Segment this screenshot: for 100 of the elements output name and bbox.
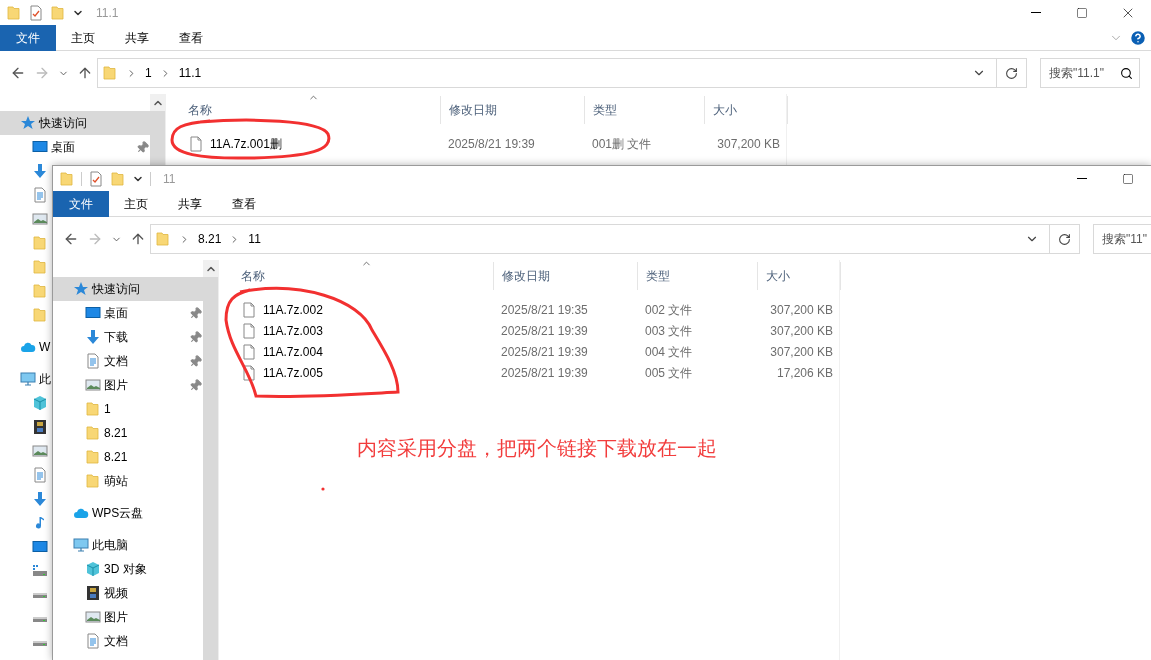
- scrollbar[interactable]: [203, 260, 219, 660]
- sidebar-item[interactable]: 桌面: [85, 301, 203, 325]
- folder-icon: [59, 170, 75, 187]
- up-icon[interactable]: [130, 231, 146, 247]
- film-icon: [85, 585, 101, 601]
- image-icon: [85, 609, 101, 625]
- computer-icon: [20, 371, 36, 387]
- folder-icon: [85, 449, 101, 465]
- folder-icon: [85, 473, 101, 489]
- drive-icon: [33, 640, 47, 646]
- table-cell-text: 005 文件: [644, 364, 694, 382]
- monitor-icon: [32, 139, 48, 155]
- sidebar-item[interactable]: 图片: [85, 605, 128, 629]
- forward-icon[interactable]: [34, 65, 50, 81]
- column-header[interactable]: 修改日期: [440, 96, 584, 124]
- document-icon: [85, 633, 101, 649]
- drive-icon: [33, 616, 47, 622]
- maximize-icon: [1122, 172, 1134, 185]
- column-header[interactable]: 修改日期: [493, 262, 637, 290]
- file-icon: [241, 322, 257, 339]
- sidebar-item[interactable]: 快速访问: [0, 111, 150, 135]
- refresh-icon: [1058, 232, 1071, 246]
- folder-icon: [110, 170, 126, 187]
- folder-icon: [32, 235, 48, 251]
- maximize-icon: [1076, 6, 1088, 19]
- image-icon: [32, 211, 48, 227]
- file-icon: [188, 135, 204, 152]
- file-name[interactable]: 11A.7z.002: [233, 300, 493, 319]
- ribbon-tab[interactable]: 查看: [164, 24, 218, 51]
- up-icon[interactable]: [77, 65, 93, 81]
- sidebar-item[interactable]: 此电脑: [73, 533, 128, 557]
- sidebar-item[interactable]: 桌面: [32, 135, 150, 159]
- annotation-dot: [321, 487, 325, 491]
- table-cell-text: 307,200 KB: [769, 343, 834, 361]
- table-cell-text: 001删 文件: [591, 135, 653, 153]
- ribbon-tab[interactable]: 文件: [0, 24, 56, 51]
- checklist-icon: [28, 4, 44, 21]
- sidebar-item[interactable]: WPS云盘: [73, 501, 144, 525]
- table-cell-text: 307,200 KB: [716, 135, 781, 153]
- sidebar-item[interactable]: 下载: [85, 325, 203, 349]
- sidebar-item[interactable]: 8.21: [85, 445, 128, 469]
- file-icon: [241, 301, 257, 318]
- star-icon: [73, 281, 89, 297]
- folder-icon: [32, 307, 48, 323]
- address-bar[interactable]: 1 11.1: [97, 58, 1027, 88]
- address-bar[interactable]: 8.21 11: [150, 224, 1080, 254]
- sidebar-item[interactable]: 8.21: [85, 421, 128, 445]
- table-cell-text: 2025/8/21 19:39: [500, 343, 589, 361]
- minimize-icon: [1031, 12, 1041, 13]
- breadcrumb[interactable]: 11: [248, 230, 261, 248]
- down-arrow-icon: [32, 163, 48, 179]
- document-icon: [85, 353, 101, 369]
- sidebar-item[interactable]: 1: [85, 397, 111, 421]
- breadcrumb[interactable]: 1: [145, 64, 152, 82]
- search-icon[interactable]: [1120, 66, 1133, 80]
- file-name[interactable]: 11A.7z.004: [233, 342, 493, 361]
- search-field[interactable]: 搜索"11": [1093, 224, 1151, 254]
- table-cell-text: 2025/8/21 19:35: [500, 301, 589, 319]
- window-title: 11.1: [96, 4, 119, 22]
- forward-icon[interactable]: [87, 231, 103, 247]
- sidebar-item[interactable]: W: [20, 335, 51, 359]
- sidebar-item[interactable]: 3D 对象: [85, 557, 147, 581]
- help-icon[interactable]: [1129, 28, 1147, 47]
- column-header[interactable]: 名称: [180, 96, 440, 124]
- sidebar-item[interactable]: 快速访问: [53, 277, 203, 301]
- table-cell-text: 002 文件: [644, 301, 694, 319]
- scrollbar[interactable]: [150, 94, 166, 165]
- sidebar-item[interactable]: 文档: [85, 349, 203, 373]
- column-header[interactable]: 类型: [637, 262, 757, 290]
- back-icon[interactable]: [63, 231, 79, 247]
- image-icon: [85, 377, 101, 393]
- table-cell-text: 17,206 KB: [775, 364, 834, 382]
- ribbon-tab[interactable]: 查看: [217, 190, 271, 217]
- sidebar-item[interactable]: 文档: [85, 629, 128, 653]
- monitor-icon: [85, 305, 101, 321]
- computer-icon: [73, 537, 89, 553]
- ribbon-tab[interactable]: 共享: [163, 190, 217, 217]
- document-icon: [32, 187, 48, 203]
- ribbon-tab[interactable]: 主页: [109, 190, 163, 217]
- table-cell-text: 2025/8/21 19:39: [500, 322, 589, 340]
- table-cell-text: 2025/8/21 19:39: [500, 364, 589, 382]
- column-header[interactable]: 名称: [233, 262, 493, 290]
- sidebar-item[interactable]: 此: [20, 367, 51, 391]
- ribbon-tab[interactable]: 共享: [110, 24, 164, 51]
- drive-icon: [33, 592, 47, 598]
- back-icon[interactable]: [10, 65, 26, 81]
- search-field[interactable]: 搜索"11.1": [1040, 58, 1140, 88]
- breadcrumb[interactable]: 8.21: [198, 230, 222, 248]
- ribbon-tab[interactable]: 主页: [56, 24, 110, 51]
- file-name[interactable]: 11A.7z.005: [233, 363, 493, 382]
- file-name[interactable]: 11A.7z.003: [233, 321, 493, 340]
- ribbon-tab[interactable]: 文件: [53, 190, 109, 217]
- sidebar-item[interactable]: 视频: [85, 581, 128, 605]
- down-arrow-icon: [32, 491, 48, 507]
- sidebar-item[interactable]: 图片: [85, 373, 203, 397]
- checklist-icon: [88, 170, 104, 187]
- column-header[interactable]: 类型: [584, 96, 704, 124]
- sidebar-item[interactable]: 萌站: [85, 469, 128, 493]
- file-name[interactable]: 11A.7z.001删: [180, 134, 440, 153]
- breadcrumb[interactable]: 11.1: [178, 64, 202, 82]
